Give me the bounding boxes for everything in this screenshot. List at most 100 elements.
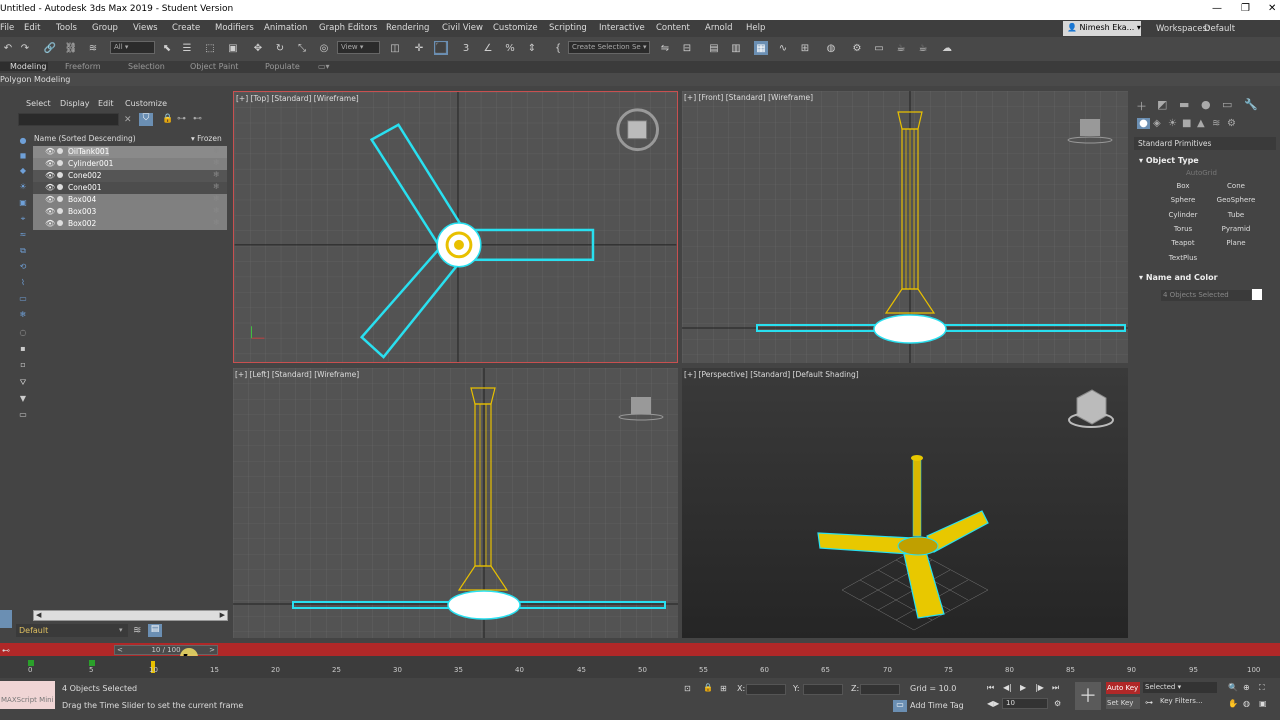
ribbon-tab-populate[interactable]: Populate <box>265 62 300 71</box>
eye-icon[interactable]: 👁 <box>45 207 55 216</box>
menu-civil-view[interactable]: Civil View <box>442 23 483 33</box>
unlink-icon[interactable]: ⛓ <box>64 41 78 55</box>
box-button[interactable]: Box <box>1159 182 1207 193</box>
list-item[interactable]: 👁 Box003 ❄ <box>33 206 227 218</box>
eye-icon[interactable]: 👁 <box>45 159 55 168</box>
workspace-select[interactable]: Default <box>1204 24 1235 34</box>
prev-frame-icon[interactable]: < <box>117 646 123 654</box>
ribbon-tab-selection[interactable]: Selection <box>128 62 165 71</box>
time-slider[interactable]: <10 / 100 > <box>114 645 218 655</box>
frozen-icon[interactable]: ❄ <box>213 194 220 203</box>
render-iterative-icon[interactable]: ☕ <box>916 41 930 55</box>
zoom-extents-icon[interactable]: ⛶ <box>1259 683 1265 693</box>
cone-button[interactable]: Cone <box>1212 182 1260 193</box>
isolate-icon[interactable]: ⊡ <box>684 684 691 693</box>
ribbon-tab-modeling[interactable]: Modeling <box>0 62 48 71</box>
layers-icon[interactable]: ≋ <box>133 625 141 636</box>
set-key-icon[interactable]: ＋ <box>1075 682 1101 710</box>
eye-icon[interactable]: 👁 <box>45 219 55 228</box>
layer-dropdown[interactable]: Default <box>16 624 128 637</box>
menu-animation[interactable]: Animation <box>264 23 307 33</box>
move-icon[interactable]: ✥ <box>251 41 265 55</box>
timeline-toggle-icon[interactable]: ⊷ <box>2 646 10 655</box>
maxscript-listener[interactable]: MAXScript Mini <box>0 681 55 709</box>
schematic-view-icon[interactable]: ⊞ <box>798 41 812 55</box>
filter-icon[interactable]: ⛉ <box>139 113 153 126</box>
list-item[interactable]: 👁 Box002 ❄ <box>33 218 227 230</box>
viewport-top[interactable]: [+] [Top] [Standard] [Wireframe] <box>233 91 678 363</box>
display-panel-icon[interactable]: ▭ <box>1222 98 1232 111</box>
display-geometry-icon[interactable]: ◼ <box>16 151 30 163</box>
window-crossing-icon[interactable]: ▣ <box>226 41 240 55</box>
menu-graph-editors[interactable]: Graph Editors <box>319 23 377 33</box>
set-key-button[interactable]: Set Key <box>1106 697 1140 709</box>
goto-start-icon[interactable]: ⏮ <box>987 683 994 693</box>
lights-icon[interactable]: ☀ <box>1168 118 1177 129</box>
viewport-front[interactable]: [+] [Front] [Standard] [Wireframe] <box>682 91 1128 363</box>
list-item[interactable]: 👁 Cylinder001 ❄ <box>33 158 227 170</box>
render-online-icon[interactable]: ☁ <box>940 41 954 55</box>
menu-arnold[interactable]: Arnold <box>705 23 733 33</box>
object-name-field[interactable]: 4 Objects Selected <box>1161 290 1251 301</box>
key-filters-button[interactable]: Key Filters... <box>1160 697 1216 709</box>
maximize-viewport-icon[interactable]: ▣ <box>1259 699 1267 708</box>
explorer-pin-icon[interactable] <box>0 610 12 628</box>
mirror-icon[interactable]: ⇋ <box>658 41 672 55</box>
modify-panel-icon[interactable]: ◩ <box>1157 98 1167 111</box>
menu-modifiers[interactable]: Modifiers <box>215 23 254 33</box>
viewport-label-perspective[interactable]: [+] [Perspective] [Standard] [Default Sh… <box>684 370 859 379</box>
link-icon[interactable]: 🔗 <box>43 41 57 55</box>
ref-coord-dropdown[interactable]: View ▾ <box>337 41 380 54</box>
y-coordinate-input[interactable] <box>803 684 843 695</box>
menu-tools[interactable]: Tools <box>56 23 77 33</box>
layer-explorer-icon[interactable]: ▭ <box>16 410 30 422</box>
shapes-icon[interactable]: ◈ <box>1153 118 1161 129</box>
ribbon-panel-title[interactable]: Polygon Modeling <box>0 75 70 84</box>
display-filter-icon[interactable]: ⛛ <box>16 378 30 390</box>
select-object-icon[interactable]: ⬉ <box>160 41 174 55</box>
list-item[interactable]: 👁 Cone002 ❄ <box>33 170 227 182</box>
sort-icon[interactable]: ⊷ <box>193 114 202 124</box>
object-color-swatch[interactable] <box>1252 289 1262 300</box>
orbit-icon[interactable]: ◍ <box>1243 699 1250 708</box>
textplus-button[interactable]: TextPlus <box>1159 254 1207 265</box>
absolute-mode-icon[interactable]: ⊞ <box>720 684 727 693</box>
menu-create[interactable]: Create <box>172 23 200 33</box>
minimize-icon[interactable]: — <box>1212 3 1222 14</box>
display-shapes-icon[interactable]: ◆ <box>16 166 30 178</box>
display-hidden-icon[interactable]: ◌ <box>16 328 30 340</box>
geosphere-button[interactable]: GeoSphere <box>1212 196 1260 207</box>
viewport-perspective[interactable]: [+] [Perspective] [Standard] [Default Sh… <box>682 368 1128 638</box>
display-groups-icon[interactable]: ⧉ <box>16 246 30 258</box>
display-containers-icon[interactable]: ▭ <box>16 294 30 306</box>
display-frozen-icon[interactable]: ❄ <box>16 310 30 322</box>
pan-icon[interactable]: ✋ <box>1228 699 1238 708</box>
time-tag-icon[interactable]: ▭ <box>893 700 907 712</box>
scroll-right-icon[interactable]: ▶ <box>220 611 225 619</box>
column-name-header[interactable]: Name (Sorted Descending) <box>34 134 136 143</box>
ribbon-tab-object-paint[interactable]: Object Paint <box>190 62 238 71</box>
layer-manager-icon[interactable]: ▤ <box>148 624 162 637</box>
frozen-icon[interactable]: ❄ <box>213 170 220 179</box>
select-manipulate-icon[interactable]: ✛ <box>412 41 426 55</box>
eye-icon[interactable]: 👁 <box>45 147 55 156</box>
z-coordinate-input[interactable] <box>860 684 900 695</box>
sphere-button[interactable]: Sphere <box>1159 196 1207 207</box>
frozen-icon[interactable]: ❄ <box>213 146 220 155</box>
clear-search-icon[interactable]: ✕ <box>124 115 132 125</box>
scene-tab-select[interactable]: Select <box>26 99 51 108</box>
ribbon-tab-freeform[interactable]: Freeform <box>65 62 101 71</box>
selection-filter-dropdown[interactable]: All ▾ <box>110 41 155 54</box>
auto-key-button[interactable]: Auto Key <box>1106 682 1140 694</box>
viewport-left[interactable]: [+] [Left] [Standard] [Wireframe] <box>233 368 678 638</box>
maximize-icon[interactable]: ❐ <box>1241 3 1250 14</box>
cylinder-button[interactable]: Cylinder <box>1159 211 1207 222</box>
display-all-icon[interactable]: ▪ <box>16 344 30 356</box>
zoom-all-icon[interactable]: ⊕ <box>1243 683 1250 692</box>
spacewarps-icon[interactable]: ≋ <box>1212 118 1220 129</box>
render-setup-icon[interactable]: ⚙ <box>850 41 864 55</box>
scene-list-scrollbar[interactable]: ◀ ▶ <box>33 610 228 621</box>
frozen-icon[interactable]: ❄ <box>213 182 220 191</box>
menu-help[interactable]: Help <box>746 23 765 33</box>
snaps-toggle-icon[interactable]: 3 <box>459 41 473 55</box>
